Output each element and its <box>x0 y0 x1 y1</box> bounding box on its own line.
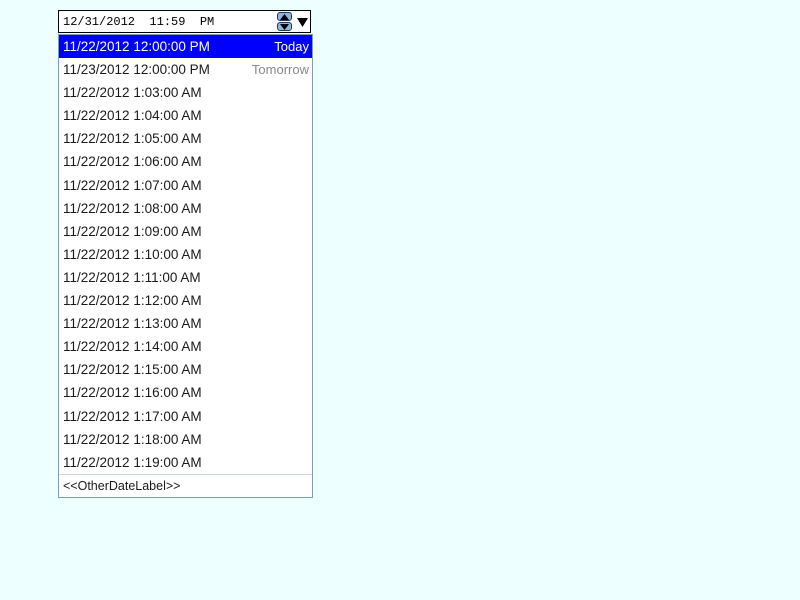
spin-buttons <box>277 12 292 31</box>
datetime-option[interactable]: 11/22/2012 1:07:00 AM <box>59 174 312 197</box>
option-text: 11/22/2012 1:10:00 AM <box>63 246 202 262</box>
datetime-option[interactable]: 11/22/2012 1:15:00 AM <box>59 358 312 381</box>
option-text: 11/22/2012 1:03:00 AM <box>63 85 202 101</box>
option-text: 11/22/2012 1:16:00 AM <box>63 385 202 401</box>
triangle-down-icon <box>280 23 289 30</box>
option-text: 11/22/2012 1:05:00 AM <box>63 131 202 147</box>
datetime-option[interactable]: 11/22/2012 1:11:00 AM <box>59 266 312 289</box>
option-text: 11/22/2012 1:07:00 AM <box>63 177 202 193</box>
other-date-option[interactable]: <<OtherDateLabel>> <box>59 474 312 498</box>
option-text: 11/23/2012 12:00:00 PM <box>63 62 210 78</box>
option-text: 11/22/2012 1:11:00 AM <box>63 269 201 285</box>
dropdown-button[interactable] <box>296 14 308 30</box>
datetime-option[interactable]: 11/22/2012 1:04:00 AM <box>59 104 312 127</box>
datetime-option[interactable]: 11/22/2012 12:00:00 PM Today <box>59 35 312 59</box>
triangle-up-icon <box>280 13 289 20</box>
datetime-option[interactable]: 11/22/2012 1:18:00 AM <box>59 428 312 451</box>
option-text: 11/22/2012 1:13:00 AM <box>63 316 202 332</box>
datetime-value[interactable]: 12/31/2012 11:59 PM <box>63 15 214 29</box>
datetime-option[interactable]: 11/22/2012 1:10:00 AM <box>59 243 312 266</box>
datetime-option[interactable]: 11/22/2012 1:09:00 AM <box>59 220 312 243</box>
option-text: 11/22/2012 1:15:00 AM <box>63 362 202 378</box>
option-text: 11/22/2012 1:06:00 AM <box>63 154 202 170</box>
option-text: 11/22/2012 1:12:00 AM <box>63 293 202 309</box>
datetime-option[interactable]: 11/22/2012 1:03:00 AM <box>59 81 312 104</box>
option-text: 11/22/2012 1:19:00 AM <box>63 454 202 470</box>
datetime-option[interactable]: 11/22/2012 1:08:00 AM <box>59 197 312 220</box>
option-text: 11/22/2012 1:08:00 AM <box>63 200 202 216</box>
datetime-option[interactable]: 11/22/2012 1:14:00 AM <box>59 335 312 358</box>
option-text: 11/22/2012 1:14:00 AM <box>63 339 202 355</box>
datetime-dropdown-list: 11/22/2012 12:00:00 PM Today 11/23/2012 12… <box>58 34 313 498</box>
option-text: 11/22/2012 1:04:00 AM <box>63 108 202 124</box>
option-label: Tomorrow <box>251 62 309 78</box>
option-label: Today <box>274 39 309 54</box>
spin-down-button[interactable] <box>277 22 292 31</box>
datetime-options: 11/22/2012 12:00:00 PM Today 11/23/2012 12… <box>59 35 312 474</box>
option-text: 11/22/2012 12:00:00 PM <box>63 39 210 54</box>
datetime-option[interactable]: 11/22/2012 1:05:00 AM <box>59 127 312 150</box>
option-text: 11/22/2012 1:18:00 AM <box>63 431 202 447</box>
spin-up-button[interactable] <box>277 12 292 21</box>
datetime-option[interactable]: 11/22/2012 1:19:00 AM <box>59 451 312 474</box>
datetime-option[interactable]: 11/22/2012 1:12:00 AM <box>59 289 312 312</box>
datetime-option[interactable]: 11/22/2012 1:17:00 AM <box>59 405 312 428</box>
datetime-input[interactable]: 12/31/2012 11:59 PM <box>58 10 311 33</box>
datetime-option[interactable]: 11/22/2012 1:13:00 AM <box>59 312 312 335</box>
chevron-down-icon <box>296 17 308 27</box>
datetime-option[interactable]: 11/23/2012 12:00:00 PM Tomorrow <box>59 58 312 81</box>
option-text: 11/22/2012 1:17:00 AM <box>63 408 202 424</box>
datetime-option[interactable]: 11/22/2012 1:06:00 AM <box>59 150 312 173</box>
datetime-option[interactable]: 11/22/2012 1:16:00 AM <box>59 381 312 404</box>
option-text: 11/22/2012 1:09:00 AM <box>63 223 202 239</box>
